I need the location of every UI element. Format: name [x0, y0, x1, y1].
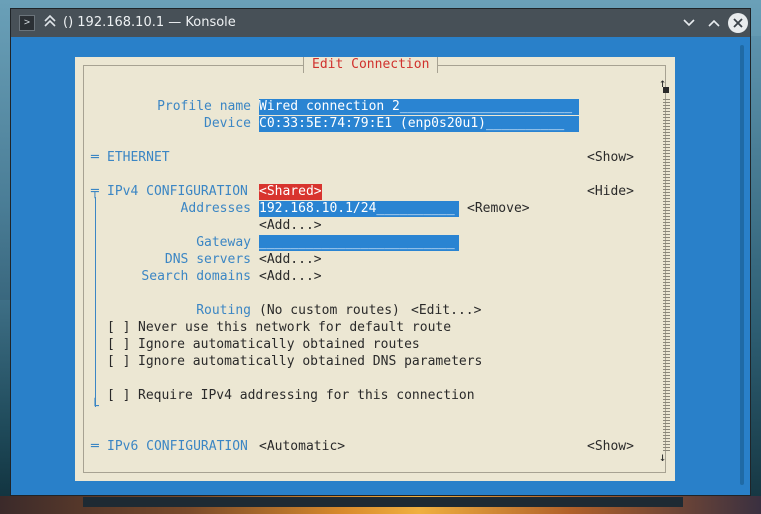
maximize-button[interactable] — [704, 13, 724, 33]
gateway-field[interactable]: _________________________ — [259, 235, 459, 251]
add-search-domain-button[interactable]: <Add...> — [259, 269, 322, 285]
routing-label: Routing — [196, 303, 251, 318]
edit-connection-dialog: Edit Connection Profile name Wired conne… — [75, 57, 675, 481]
profile-name-label: Profile name — [157, 99, 251, 114]
checkbox-ignore-routes[interactable]: [ ] — [107, 337, 130, 353]
keep-above-icon[interactable] — [43, 14, 57, 30]
add-address-button[interactable]: <Add...> — [259, 218, 322, 234]
device-label: Device — [204, 116, 251, 131]
ipv4-hide-button[interactable]: <Hide> — [587, 184, 634, 200]
close-button[interactable] — [728, 13, 748, 33]
ipv4-end-marker: └ — [91, 399, 99, 414]
routing-value: (No custom routes) — [259, 303, 400, 318]
ipv4-group-line — [95, 197, 96, 407]
profile-name-field[interactable]: Wired connection 2______________________ — [259, 99, 579, 115]
chevron-up-icon — [708, 19, 720, 27]
checkbox-require-ipv4-label: Require IPv4 addressing for this connect… — [138, 388, 475, 403]
addresses-label: Addresses — [180, 201, 251, 216]
konsole-window: > () 192.168.10.1 — Konsole Edit Connect… — [10, 8, 751, 507]
routing-edit-button[interactable]: <Edit...> — [411, 303, 481, 319]
checkbox-require-ipv4[interactable]: [ ] — [107, 388, 130, 404]
checkbox-ignore-routes-label: Ignore automatically obtained routes — [138, 337, 420, 352]
dialog-shadow — [83, 497, 683, 507]
dialog-title: Edit Connection — [303, 57, 439, 73]
address-field[interactable]: 192.168.10.1/24__________ — [259, 201, 459, 217]
ipv4-mode-select[interactable]: <Shared> — [259, 184, 322, 200]
dialog-scroll-thumb[interactable] — [663, 87, 669, 93]
search-domains-label: Search domains — [141, 269, 251, 284]
checkbox-ignore-dns-label: Ignore automatically obtained DNS parame… — [138, 354, 483, 369]
add-dns-button[interactable]: <Add...> — [259, 252, 322, 268]
scroll-down-arrow[interactable]: ↓ — [659, 449, 666, 465]
checkbox-never-default-route[interactable]: [ ] — [107, 320, 130, 336]
checkbox-never-default-route-label: Never use this network for default route — [138, 320, 452, 335]
dialog-scroll-track[interactable] — [663, 97, 670, 451]
ethernet-show-button[interactable]: <Show> — [587, 150, 634, 166]
terminal-app-icon[interactable]: > — [19, 15, 35, 31]
dns-servers-label: DNS servers — [164, 252, 251, 267]
window-titlebar[interactable]: > () 192.168.10.1 — Konsole — [11, 9, 750, 37]
minimize-button[interactable] — [679, 13, 699, 33]
close-icon — [733, 18, 743, 28]
window-title: () 192.168.10.1 — Konsole — [63, 15, 236, 30]
ipv4-section-label: IPv4 CONFIGURATION — [107, 184, 248, 199]
chevron-down-icon — [683, 19, 695, 27]
ipv6-show-button[interactable]: <Show> — [587, 439, 634, 455]
terminal-scrollbar[interactable] — [740, 45, 744, 485]
ipv6-mode-select[interactable]: <Automatic> — [259, 439, 345, 455]
ipv6-marker: ═ — [91, 439, 99, 454]
checkbox-ignore-dns[interactable]: [ ] — [107, 354, 130, 370]
terminal-area[interactable]: Edit Connection Profile name Wired conne… — [11, 37, 750, 507]
remove-address-button[interactable]: <Remove> — [467, 201, 530, 217]
ipv6-section-label: IPv6 CONFIGURATION — [107, 439, 248, 454]
gateway-label: Gateway — [196, 235, 251, 250]
device-field[interactable]: C0:33:5E:74:79:E1 (enp0s20u1)__________ — [259, 116, 579, 132]
ethernet-section-label: ETHERNET — [107, 150, 170, 165]
ethernet-marker: ═ — [91, 150, 99, 165]
